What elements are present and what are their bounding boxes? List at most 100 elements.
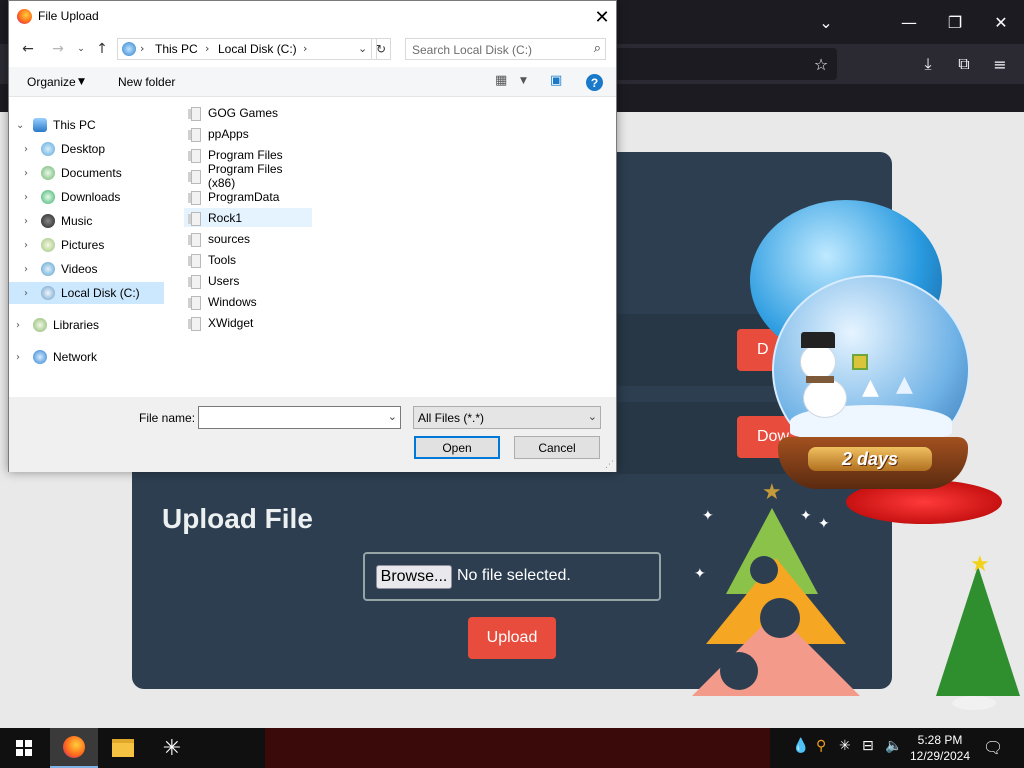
nav-item-this-pc[interactable]: This PC [33, 114, 169, 136]
up-arrow-icon[interactable]: ↑ [92, 39, 112, 59]
organize-button[interactable]: Organize [27, 75, 76, 89]
nav-item-pictures[interactable]: Pictures [41, 234, 169, 256]
snowman-hat [801, 332, 835, 348]
file-name: Users [208, 273, 240, 288]
nav-item-label: Videos [61, 262, 98, 276]
close-icon[interactable]: ✕ [987, 8, 1015, 36]
taskbar-firefox[interactable] [50, 728, 98, 768]
chevron-down-icon[interactable]: ▼ [520, 76, 527, 86]
chevron-right-icon[interactable]: › [24, 216, 28, 227]
nav-item-local-disk[interactable]: › Local Disk (C:) [9, 282, 164, 304]
folder-icon [188, 211, 201, 226]
notifications-icon[interactable]: 🗨 [983, 738, 1003, 757]
help-icon[interactable]: ? [586, 74, 603, 91]
extensions-icon[interactable]: ⧉ [950, 50, 978, 78]
new-folder-button[interactable]: New folder [118, 75, 175, 89]
file-name-input[interactable]: ⌄ [198, 406, 401, 429]
chevron-expanded-icon[interactable]: ⌄ [16, 120, 24, 131]
refresh-icon[interactable]: ↻ [371, 38, 391, 60]
droplet-icon[interactable]: 💧 [792, 738, 809, 754]
chevron-right-icon[interactable]: › [24, 288, 28, 299]
recent-dropdown-icon[interactable]: ⌄ [71, 39, 91, 59]
url-bar[interactable] [617, 48, 837, 80]
search-input[interactable]: Search Local Disk (C:) ⌕ [405, 38, 606, 60]
file-type-select[interactable]: All Files (*.*) ⌄ [413, 406, 601, 429]
chevron-right-icon[interactable]: › [16, 352, 20, 363]
address-bar[interactable]: › This PC › Local Disk (C:) › ⌄ [117, 38, 377, 60]
taskbar-wallpaper [265, 728, 770, 768]
file-name: Windows [208, 294, 257, 309]
start-button[interactable] [0, 728, 48, 768]
chevron-right-icon[interactable]: › [24, 264, 28, 275]
list-item[interactable]: Tools [184, 250, 312, 269]
list-item[interactable]: ProgramData [184, 187, 312, 206]
network-icon [33, 350, 47, 364]
clock-date: 12/29/2024 [909, 749, 971, 763]
maximize-icon[interactable]: ❐ [941, 8, 969, 36]
nav-item-documents[interactable]: Documents [41, 162, 169, 184]
list-item[interactable]: ppApps [184, 124, 312, 143]
volume-muted-icon[interactable]: 🔈 [885, 738, 902, 754]
browse-button[interactable]: Browse... [376, 565, 452, 589]
chevron-down-icon[interactable]: ⌄ [812, 8, 840, 36]
tree-star-icon: ★ [762, 480, 782, 505]
system-clock[interactable]: 5:28 PM 12/29/2024 [902, 732, 978, 764]
list-item[interactable]: Program Files (x86) [184, 162, 312, 190]
chevron-down-icon[interactable]: ⌄ [388, 410, 397, 423]
change-view-icon[interactable]: ▦ [495, 73, 507, 88]
chevron-right-icon[interactable]: › [24, 240, 28, 251]
resize-grip-icon[interactable]: ⋰ [605, 460, 614, 470]
open-button[interactable]: Open [414, 436, 500, 459]
minimize-icon[interactable]: — [895, 8, 923, 36]
dialog-title-bar[interactable]: File Upload ✕ [9, 1, 616, 32]
nav-item-libraries[interactable]: Libraries [33, 314, 169, 336]
search-icon[interactable]: ⚲ [816, 738, 826, 754]
nav-item-desktop[interactable]: Desktop [41, 138, 169, 160]
list-item[interactable]: Rock1 [184, 208, 312, 227]
menu-icon[interactable]: ≡ [986, 50, 1014, 78]
file-name: sources [208, 231, 251, 246]
list-item[interactable]: XWidget [184, 313, 312, 332]
file-name: Tools [208, 252, 237, 267]
nav-item-downloads[interactable]: Downloads [41, 186, 169, 208]
network-tray-icon[interactable]: ⊟ [862, 738, 874, 754]
chevron-down-icon[interactable]: ⌄ [358, 42, 367, 55]
chevron-down-icon: ⌄ [587, 410, 597, 423]
chevron-right-icon[interactable]: › [24, 192, 28, 203]
upload-button[interactable]: Upload [468, 617, 556, 659]
nav-item-network[interactable]: Network [33, 346, 169, 368]
taskbar-file-explorer[interactable] [99, 728, 147, 768]
chevron-right-icon[interactable]: › [24, 144, 28, 155]
nav-item-videos[interactable]: Videos [41, 258, 169, 280]
download-icon[interactable]: ⤓ [914, 50, 942, 78]
list-item[interactable]: Windows [184, 292, 312, 311]
list-item[interactable]: Users [184, 271, 312, 290]
nav-item-music[interactable]: Music [41, 210, 169, 232]
nav-item-label: Music [61, 214, 93, 228]
taskbar-spark-app[interactable]: ✳ [148, 728, 196, 768]
sparkle-icon: ✦ [818, 516, 830, 532]
nav-item-label: This PC [53, 118, 96, 132]
libraries-icon [33, 318, 47, 332]
chevron-right-icon[interactable]: › [16, 320, 20, 331]
spark-tray-icon[interactable]: ✳ [839, 738, 851, 754]
globe-tree-icon: ▲ [896, 372, 913, 397]
chevron-right-icon[interactable]: › [24, 168, 28, 179]
close-icon[interactable]: ✕ [589, 5, 615, 29]
breadcrumb-local-disk[interactable]: Local Disk (C:) [218, 42, 297, 56]
breadcrumb-this-pc[interactable]: This PC [155, 42, 198, 56]
forward-arrow-icon[interactable]: → [48, 39, 68, 59]
music-icon [41, 214, 55, 228]
preview-pane-icon[interactable]: ▣ [550, 73, 562, 88]
list-item[interactable]: sources [184, 229, 312, 248]
chevron-right-icon: › [205, 42, 210, 55]
list-item[interactable]: GOG Games [184, 103, 312, 122]
back-arrow-icon[interactable]: ← [18, 39, 38, 59]
downloads-icon [41, 190, 55, 204]
dialog-title: File Upload [38, 9, 99, 23]
folder-icon [188, 253, 201, 268]
firefox-icon [63, 736, 85, 758]
tree-ornament-hole [760, 598, 800, 638]
cancel-button[interactable]: Cancel [514, 436, 600, 459]
bookmark-star-icon[interactable]: ☆ [807, 50, 835, 78]
